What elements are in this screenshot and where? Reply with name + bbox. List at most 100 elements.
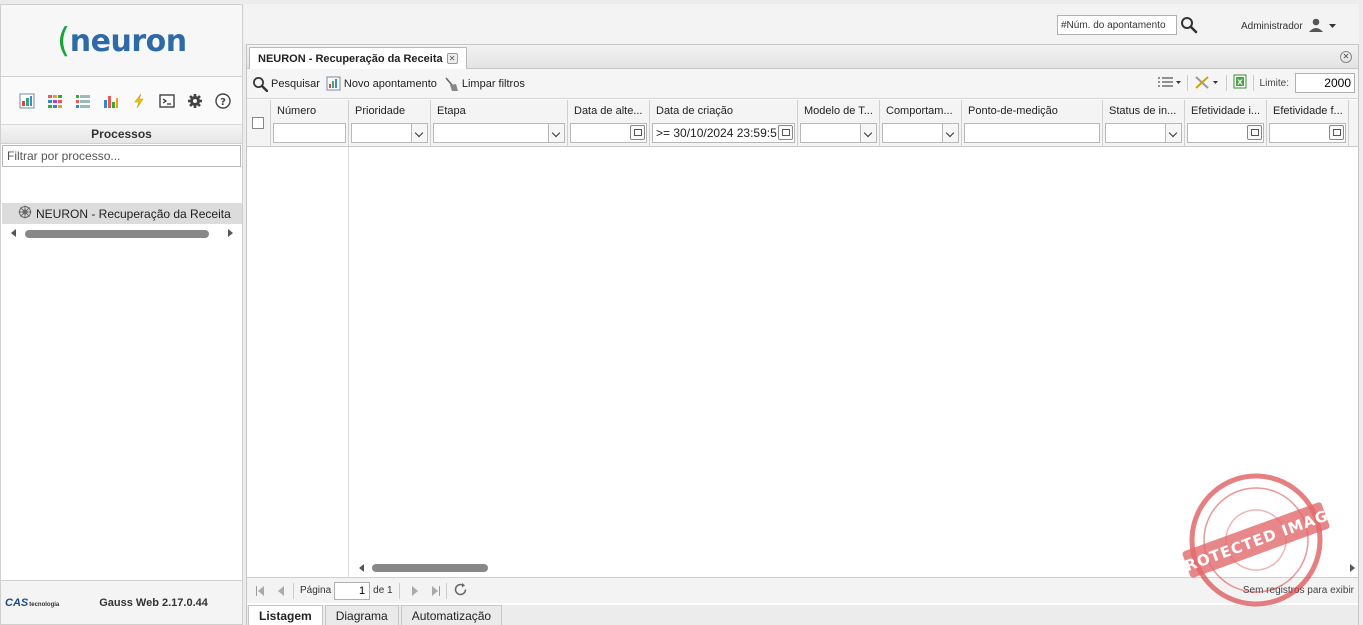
filter-modelo-select[interactable] — [800, 123, 877, 143]
column-header[interactable]: Efetividade i... — [1185, 100, 1266, 122]
limit-input[interactable] — [1295, 73, 1355, 93]
process-filter-input[interactable] — [2, 145, 241, 167]
tools-icon[interactable] — [1194, 75, 1220, 92]
filter-prioridade-select[interactable] — [351, 123, 428, 143]
tree-item-process[interactable]: NEURON - Recuperação da Receita — [2, 203, 242, 224]
last-page-icon[interactable] — [428, 584, 442, 598]
column-efetividade-inicio[interactable]: Efetividade i... — [1185, 100, 1267, 147]
new-appointment-button[interactable]: Novo apontamento — [326, 76, 437, 91]
column-prioridade[interactable]: Prioridade — [349, 100, 431, 147]
search-button[interactable]: Pesquisar — [252, 76, 320, 92]
chevron-down-icon[interactable] — [860, 124, 876, 142]
search-icon[interactable] — [1180, 16, 1198, 34]
column-data-criacao[interactable]: Data de criação >= 30/10/2024 23:59:5 — [650, 100, 798, 147]
column-status[interactable]: Status de in... — [1103, 100, 1185, 147]
filter-etapa-select[interactable] — [433, 123, 565, 143]
scroll-left-icon[interactable] — [11, 229, 16, 237]
chevron-down-icon[interactable] — [1165, 124, 1181, 142]
previous-page-icon[interactable] — [273, 584, 287, 598]
filter-comportamento-select[interactable] — [882, 123, 959, 143]
user-menu[interactable]: Administrador — [1241, 18, 1336, 35]
filter-data-criacao-input[interactable]: >= 30/10/2024 23:59:5 — [652, 123, 795, 143]
neuron-logo: (neuron — [57, 21, 187, 61]
toolbar-divider — [398, 582, 400, 599]
page-number-input[interactable] — [334, 581, 371, 600]
column-header[interactable]: Etapa — [431, 100, 567, 122]
grid-horizontal-scrollbar[interactable] — [357, 561, 1355, 575]
tab-listagem[interactable]: Listagem — [248, 605, 323, 625]
tab-diagrama[interactable]: Diagrama — [324, 605, 399, 625]
column-header[interactable]: Modelo de T... — [798, 100, 879, 122]
svg-text:X: X — [1237, 79, 1243, 87]
select-all-checkbox[interactable] — [252, 117, 264, 129]
column-data-alteracao[interactable]: Data de alte... — [568, 100, 650, 147]
tab-process[interactable]: NEURON - Recuperação da Receita ✕ — [249, 47, 467, 69]
processes-title: Processos — [1, 125, 242, 144]
filter-status-select[interactable] — [1105, 123, 1182, 143]
filter-numero-input[interactable] — [273, 123, 346, 143]
tree-item-label: NEURON - Recuperação da Receita — [36, 206, 231, 221]
excel-export-icon[interactable]: X — [1233, 74, 1247, 92]
top-bar: Administrador — [244, 4, 1359, 44]
terminal-icon[interactable] — [158, 92, 176, 110]
chevron-down-icon[interactable] — [942, 124, 958, 142]
column-header[interactable]: Data de alte... — [568, 100, 649, 122]
column-header[interactable]: Efetividade f... — [1267, 100, 1348, 122]
calendar-icon[interactable] — [1247, 125, 1262, 140]
chevron-down-icon[interactable] — [548, 124, 564, 142]
sidebar-toolbar: ? — [1, 77, 242, 125]
sidebar-footer: CAStecnologia Gauss Web 2.17.0.44 — [1, 580, 242, 624]
filter-efetividade-inicio-input[interactable] — [1187, 123, 1264, 143]
column-numero[interactable]: Número — [271, 100, 349, 147]
column-header[interactable]: Prioridade — [349, 100, 430, 122]
close-tab-icon[interactable]: ✕ — [446, 53, 458, 64]
column-header[interactable]: Status de in... — [1103, 100, 1184, 122]
calendar-icon[interactable] — [630, 125, 645, 140]
column-header[interactable]: Data de criação — [650, 100, 797, 122]
dashboard-icon[interactable] — [18, 92, 36, 110]
toolbar-divider — [1186, 75, 1188, 91]
calendar-icon[interactable] — [1329, 125, 1344, 140]
column-etapa[interactable]: Etapa — [431, 100, 568, 147]
sidebar: (neuron ? Processos NEUR — [0, 4, 243, 625]
column-efetividade-fim[interactable]: Efetividade f... — [1267, 100, 1349, 147]
scroll-thumb[interactable] — [25, 230, 209, 238]
scroll-left-icon[interactable] — [359, 564, 364, 572]
column-ponto-medicao[interactable]: Ponto-de-medição — [962, 100, 1103, 147]
close-panel-icon[interactable]: ✕ — [1340, 51, 1352, 63]
cas-logo: CAStecnologia — [5, 596, 60, 609]
chevron-down-icon[interactable] — [411, 124, 427, 142]
search-button-label: Pesquisar — [271, 77, 320, 90]
filter-data-alteracao-input[interactable] — [570, 123, 647, 143]
pagination-bar: Página de 1 Sem registros para exibir — [247, 577, 1358, 603]
toolbar-divider — [1252, 75, 1254, 91]
scroll-thumb[interactable] — [372, 564, 488, 572]
next-page-icon[interactable] — [408, 584, 422, 598]
column-header[interactable]: Número — [271, 100, 348, 122]
scroll-right-icon[interactable] — [228, 229, 233, 237]
column-comportamento[interactable]: Comportam... — [880, 100, 962, 147]
svg-text:?: ? — [220, 97, 226, 108]
filter-ponto-medicao-input[interactable] — [964, 123, 1100, 143]
scroll-right-icon[interactable] — [1350, 564, 1355, 572]
appointment-number-input[interactable] — [1057, 15, 1177, 35]
gear-icon[interactable] — [186, 92, 204, 110]
list-icon[interactable] — [74, 92, 92, 110]
column-modelo[interactable]: Modelo de T... — [798, 100, 880, 147]
column-header[interactable]: Ponto-de-medição — [962, 100, 1102, 122]
tab-automatizacao[interactable]: Automatização — [400, 605, 503, 625]
clear-filters-button[interactable]: Limpar filtros — [443, 76, 525, 92]
magnifier-icon — [253, 76, 268, 92]
calendar-icon[interactable] — [778, 125, 793, 140]
bar-chart-icon[interactable] — [102, 92, 120, 110]
help-icon[interactable]: ? — [214, 92, 232, 110]
column-list-icon[interactable] — [1157, 75, 1181, 92]
logo-area: (neuron — [1, 5, 242, 77]
first-page-icon[interactable] — [253, 584, 267, 598]
lightning-icon[interactable] — [130, 92, 148, 110]
column-header[interactable]: Comportam... — [880, 100, 961, 122]
filter-efetividade-fim-input[interactable] — [1269, 123, 1346, 143]
grid-icon[interactable] — [46, 92, 64, 110]
tree-horizontal-scrollbar[interactable] — [7, 227, 235, 239]
refresh-icon[interactable] — [453, 582, 468, 600]
